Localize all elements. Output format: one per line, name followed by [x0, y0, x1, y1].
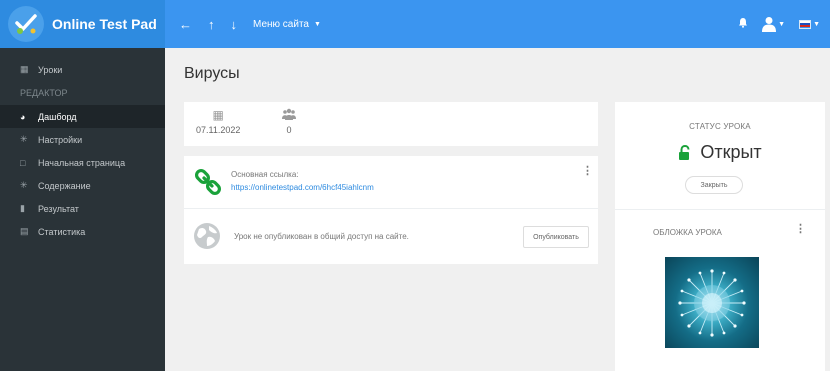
publish-button[interactable]: Опубликовать	[523, 226, 589, 248]
sidebar-item-label: Уроки	[38, 64, 63, 75]
top-nav: ← ↑ ↓ Меню сайта ▼ ▼ ▼	[165, 0, 830, 48]
gear-icon: ✳	[20, 180, 28, 190]
main-content: Вирусы ▦ 07.11.2022 0 Основная ссылка: h…	[165, 48, 830, 371]
line-chart-icon: ▤	[20, 226, 29, 236]
lesson-status-card: СТАТУС УРОКА Открыт Закрыть	[615, 102, 825, 209]
gear-icon: ✳	[20, 134, 28, 144]
sidebar-item-start-page[interactable]: □ Начальная страница	[0, 151, 165, 174]
page-icon: □	[20, 157, 26, 168]
bar-chart-icon: ▮	[20, 203, 25, 213]
chevron-down-icon: ▼	[813, 20, 820, 28]
site-menu-label: Меню сайта	[253, 18, 309, 30]
status-value: Открыт	[700, 142, 762, 162]
participants-stat: 0	[282, 108, 296, 135]
lessons-icon: ▦	[20, 64, 29, 74]
globe-icon	[194, 223, 220, 249]
language-menu[interactable]: ▼	[799, 19, 820, 29]
unlocked-icon	[679, 144, 690, 160]
chevron-down-icon: ▼	[778, 20, 786, 28]
sidebar-item-label: Статистика	[38, 226, 86, 237]
notifications-bell-icon[interactable]	[738, 15, 748, 33]
sidebar-item-content[interactable]: ✳ Содержание	[0, 174, 165, 197]
sidebar-item-settings[interactable]: ✳ Настройки	[0, 128, 165, 151]
sidebar-item-label: Содержание	[38, 180, 91, 191]
publish-status-text: Урок не опубликован в общий доступ на са…	[234, 232, 409, 241]
user-menu[interactable]: ▼	[762, 16, 785, 32]
link-label: Основная ссылка:	[231, 170, 299, 179]
lesson-link[interactable]: https://onlinetestpad.com/6hcf45iahlcnm	[231, 183, 374, 192]
user-icon	[762, 17, 777, 32]
logo-icon	[8, 6, 44, 42]
sidebar-item-label: Результат	[38, 203, 79, 214]
sidebar-item-statistics[interactable]: ▤ Статистика	[0, 220, 165, 243]
status-title: СТАТУС УРОКА	[689, 122, 751, 131]
link-icon	[194, 168, 222, 196]
down-arrow-icon[interactable]: ↓	[231, 17, 238, 32]
brand[interactable]: Online Test Pad	[0, 0, 165, 48]
top-nav-right: ▼ ▼	[738, 15, 830, 33]
link-options-icon[interactable]: ⋮	[582, 166, 593, 177]
stats-card: ▦ 07.11.2022 0	[184, 102, 598, 146]
brand-title: Online Test Pad	[52, 16, 157, 32]
close-lesson-button[interactable]: Закрыть	[685, 176, 743, 194]
sidebar-item-lessons[interactable]: ▦ Уроки	[0, 58, 165, 81]
top-bar: Online Test Pad ← ↑ ↓ Меню сайта ▼ ▼ ▼	[0, 0, 830, 48]
site-menu-dropdown[interactable]: Меню сайта ▼	[253, 19, 321, 30]
sidebar-item-result[interactable]: ▮ Результат	[0, 197, 165, 220]
publish-card: Урок не опубликован в общий доступ на са…	[184, 208, 598, 264]
sidebar-item-dashboard[interactable]: ◕ Дашборд	[0, 105, 165, 128]
sidebar: ▦ Уроки РЕДАКТОР ◕ Дашборд ✳ Настройки □…	[0, 48, 165, 371]
cover-image[interactable]	[665, 257, 759, 348]
calendar-icon: ▦	[212, 108, 224, 122]
users-icon	[282, 108, 296, 122]
sidebar-item-label: Дашборд	[38, 111, 77, 122]
back-arrow-icon[interactable]: ←	[179, 17, 192, 32]
date-stat: ▦ 07.11.2022	[196, 108, 240, 135]
status-row: Открыт	[615, 142, 825, 163]
cover-options-icon[interactable]: ⋮	[795, 224, 806, 235]
chevron-down-icon: ▼	[313, 20, 321, 28]
participants-count: 0	[286, 125, 292, 135]
sidebar-item-label: Начальная страница	[38, 157, 126, 168]
dashboard-icon: ◕	[20, 111, 26, 122]
sidebar-section-editor: РЕДАКТОР	[20, 88, 68, 98]
link-card: Основная ссылка: https://onlinetestpad.c…	[184, 156, 598, 208]
russian-flag-icon	[799, 19, 812, 29]
lesson-cover-card: ОБЛОЖКА УРОКА ⋮	[615, 209, 825, 371]
up-arrow-icon[interactable]: ↑	[208, 17, 215, 32]
cover-title: ОБЛОЖКА УРОКА	[653, 228, 722, 237]
sidebar-item-label: Настройки	[38, 134, 83, 145]
created-date: 07.11.2022	[196, 125, 241, 135]
page-title: Вирусы	[184, 65, 240, 82]
